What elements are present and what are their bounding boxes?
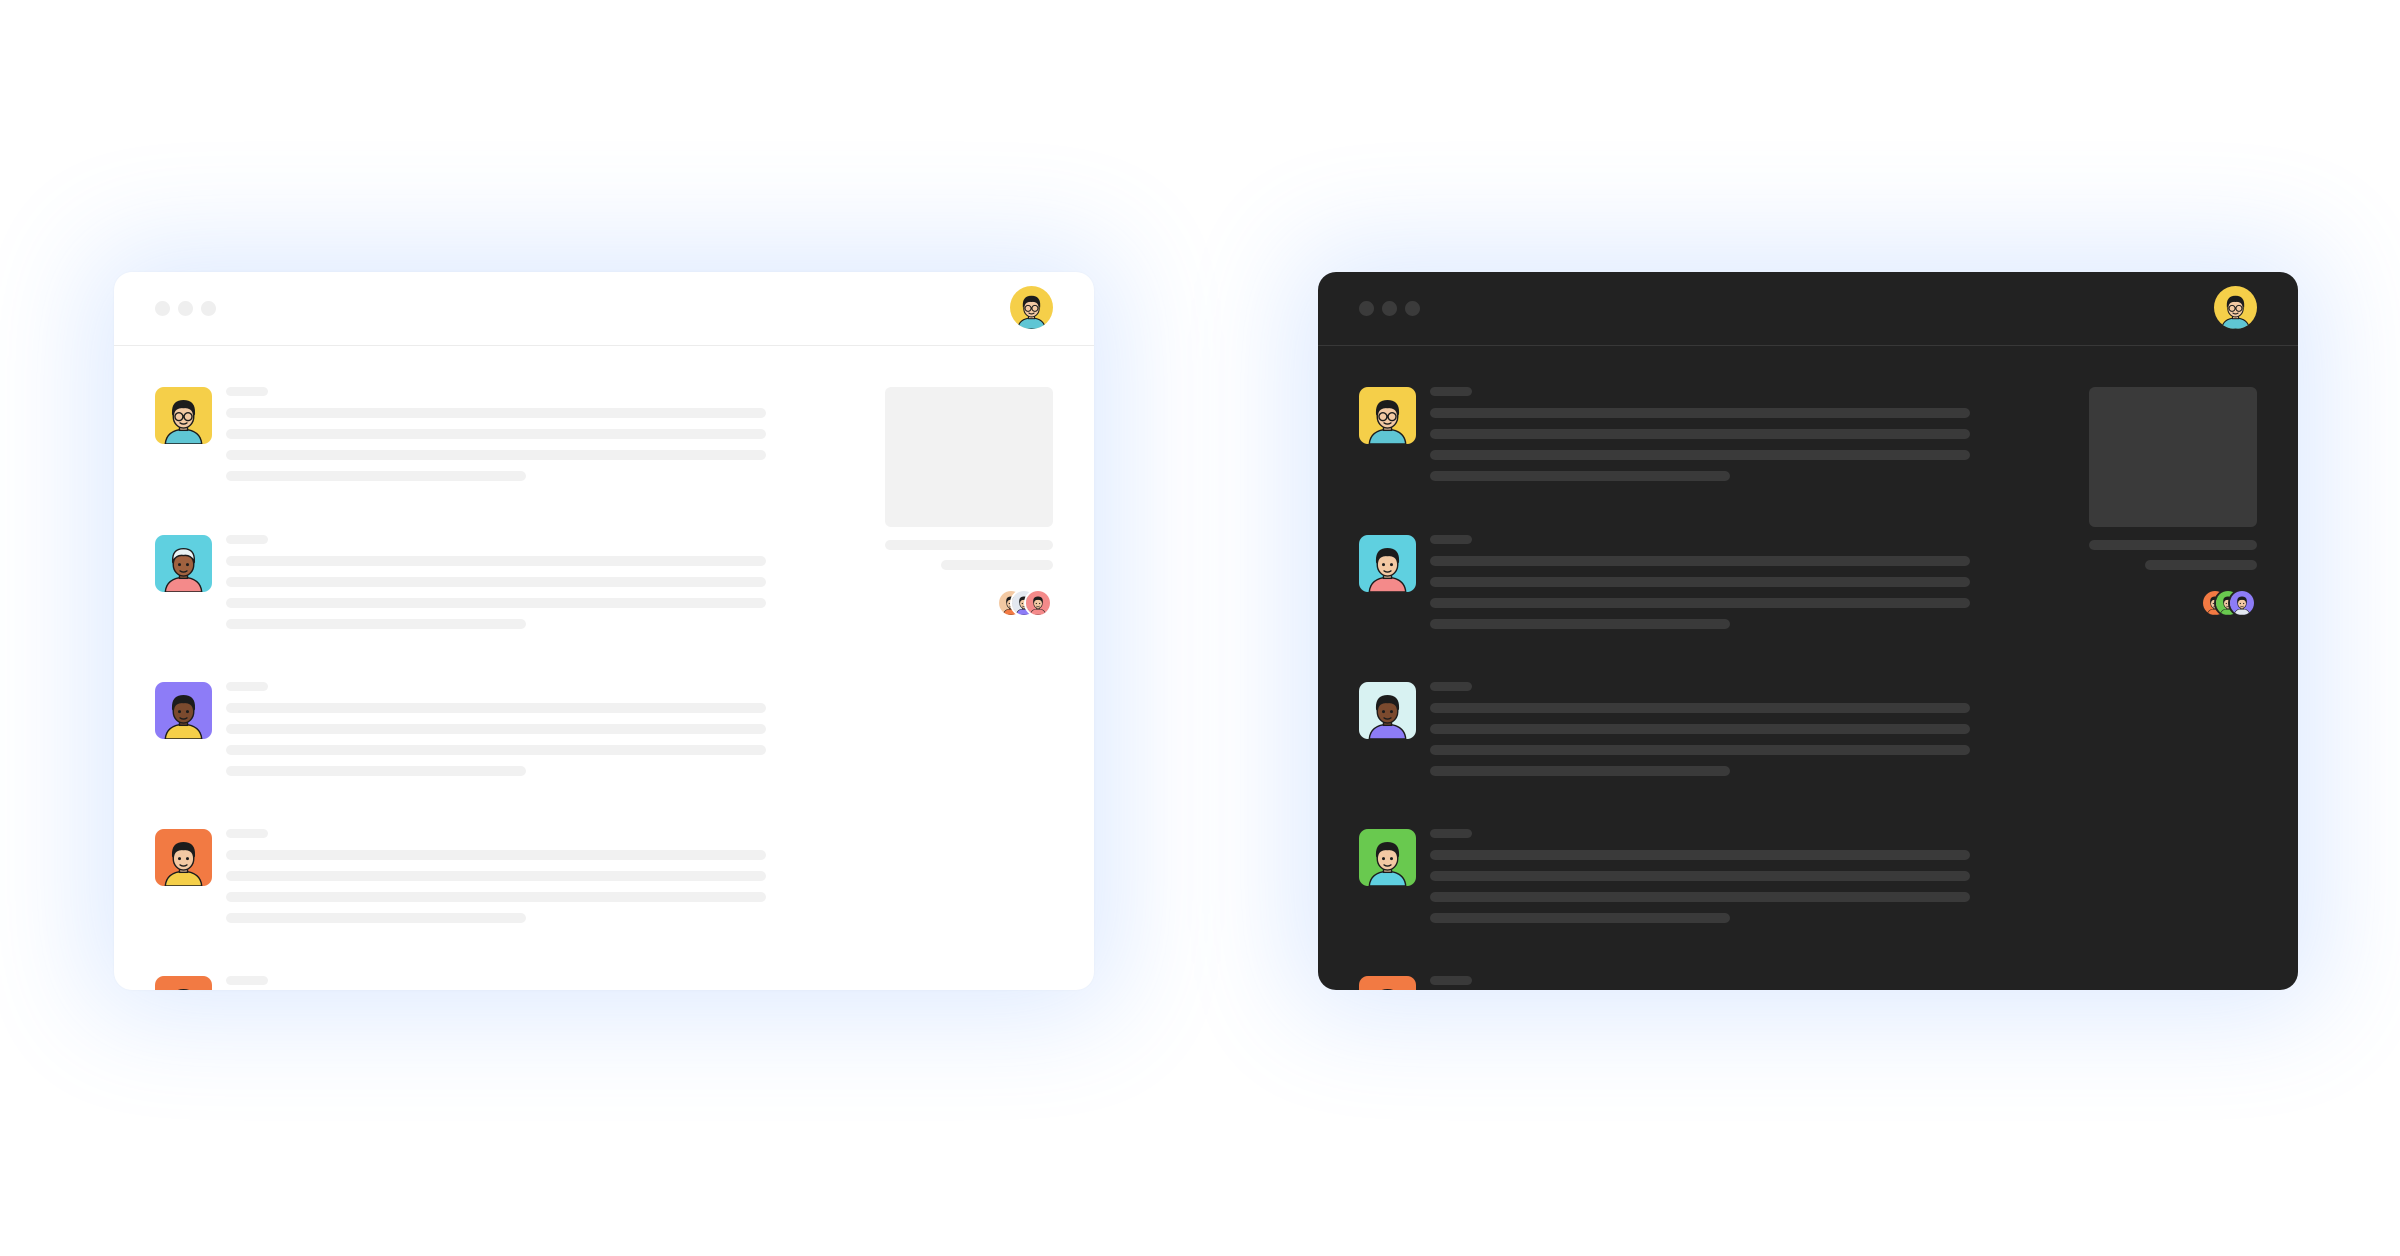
user-avatar-icon[interactable] xyxy=(2214,286,2257,329)
maximize-window-button[interactable] xyxy=(201,301,216,316)
side-panel xyxy=(2089,387,2257,627)
text-line-placeholder xyxy=(226,724,766,734)
text-line-placeholder xyxy=(1430,408,1970,418)
close-window-button[interactable] xyxy=(1359,301,1374,316)
text-line-placeholder xyxy=(226,450,766,460)
person-glasses-avatar-icon xyxy=(1359,387,1416,444)
window-controls xyxy=(155,301,216,316)
close-window-button[interactable] xyxy=(155,301,170,316)
text-line-placeholder xyxy=(226,892,766,902)
participants-avatar-stack[interactable] xyxy=(2201,589,2257,619)
author-name-placeholder xyxy=(1430,829,1472,838)
text-line-placeholder xyxy=(1430,556,1970,566)
feed-item[interactable] xyxy=(155,387,766,497)
author-name-placeholder xyxy=(1430,387,1472,396)
text-line-placeholder xyxy=(226,556,766,566)
feed-item[interactable] xyxy=(1359,387,1970,497)
person-avatar-icon xyxy=(1359,829,1416,886)
caption-line-placeholder xyxy=(2145,560,2257,570)
person-glasses-avatar-icon xyxy=(155,387,212,444)
text-line-placeholder xyxy=(1430,745,1970,755)
caption-line-placeholder xyxy=(885,540,1053,550)
text-line-placeholder xyxy=(226,913,526,923)
feed-item[interactable] xyxy=(1359,829,1970,939)
feed-item[interactable] xyxy=(155,976,755,990)
caption-line-placeholder xyxy=(2089,540,2257,550)
app-window-dark xyxy=(1318,272,2298,990)
author-name-placeholder xyxy=(1430,682,1472,691)
person-avatar-icon xyxy=(2228,589,2256,617)
text-line-placeholder xyxy=(1430,766,1730,776)
user-avatar-icon[interactable] xyxy=(1010,286,1053,329)
maximize-window-button[interactable] xyxy=(1405,301,1420,316)
text-line-placeholder xyxy=(1430,429,1970,439)
minimize-window-button[interactable] xyxy=(1382,301,1397,316)
text-line-placeholder xyxy=(1430,471,1730,481)
image-placeholder[interactable] xyxy=(885,387,1053,527)
author-name-placeholder xyxy=(226,535,268,544)
text-line-placeholder xyxy=(226,766,526,776)
app-window-light xyxy=(114,272,1094,990)
text-line-placeholder xyxy=(1430,913,1730,923)
text-line-placeholder xyxy=(1430,577,1970,587)
author-name-placeholder xyxy=(226,682,268,691)
text-line-placeholder xyxy=(1430,703,1970,713)
window-controls xyxy=(1359,301,1420,316)
text-line-placeholder xyxy=(1430,892,1970,902)
text-line-placeholder xyxy=(226,703,766,713)
text-line-placeholder xyxy=(1430,450,1970,460)
text-line-placeholder xyxy=(226,598,766,608)
text-line-placeholder xyxy=(1430,724,1970,734)
person-avatar-icon xyxy=(1359,976,1416,990)
caption-line-placeholder xyxy=(941,560,1053,570)
text-line-placeholder xyxy=(1430,850,1970,860)
author-name-placeholder xyxy=(1430,976,1472,985)
text-line-placeholder xyxy=(226,871,766,881)
feed-item[interactable] xyxy=(1359,682,1970,792)
person-avatar-icon xyxy=(1359,535,1416,592)
participants-avatar-stack[interactable] xyxy=(997,589,1053,619)
person-avatar-icon xyxy=(155,682,212,739)
text-line-placeholder xyxy=(226,429,766,439)
text-line-placeholder xyxy=(226,619,526,629)
author-name-placeholder xyxy=(226,829,268,838)
feed-item[interactable] xyxy=(1359,976,1959,990)
image-placeholder[interactable] xyxy=(2089,387,2257,527)
feed-item[interactable] xyxy=(155,535,766,645)
author-name-placeholder xyxy=(226,976,268,985)
side-panel xyxy=(885,387,1053,627)
title-bar xyxy=(114,272,1094,346)
text-line-placeholder xyxy=(226,850,766,860)
title-bar xyxy=(1318,272,2298,346)
text-line-placeholder xyxy=(1430,871,1970,881)
text-line-placeholder xyxy=(226,408,766,418)
person-avatar-icon xyxy=(1359,682,1416,739)
text-line-placeholder xyxy=(226,471,526,481)
feed-item[interactable] xyxy=(155,682,766,792)
author-name-placeholder xyxy=(226,387,268,396)
person-avatar-icon xyxy=(155,535,212,592)
person-avatar-icon xyxy=(155,829,212,886)
author-name-placeholder xyxy=(1430,535,1472,544)
minimize-window-button[interactable] xyxy=(178,301,193,316)
feed-item[interactable] xyxy=(155,829,766,939)
person-avatar-icon xyxy=(155,976,212,990)
text-line-placeholder xyxy=(226,745,766,755)
text-line-placeholder xyxy=(1430,619,1730,629)
text-line-placeholder xyxy=(1430,598,1970,608)
person-avatar-icon xyxy=(1024,589,1052,617)
text-line-placeholder xyxy=(226,577,766,587)
feed-item[interactable] xyxy=(1359,535,1970,645)
